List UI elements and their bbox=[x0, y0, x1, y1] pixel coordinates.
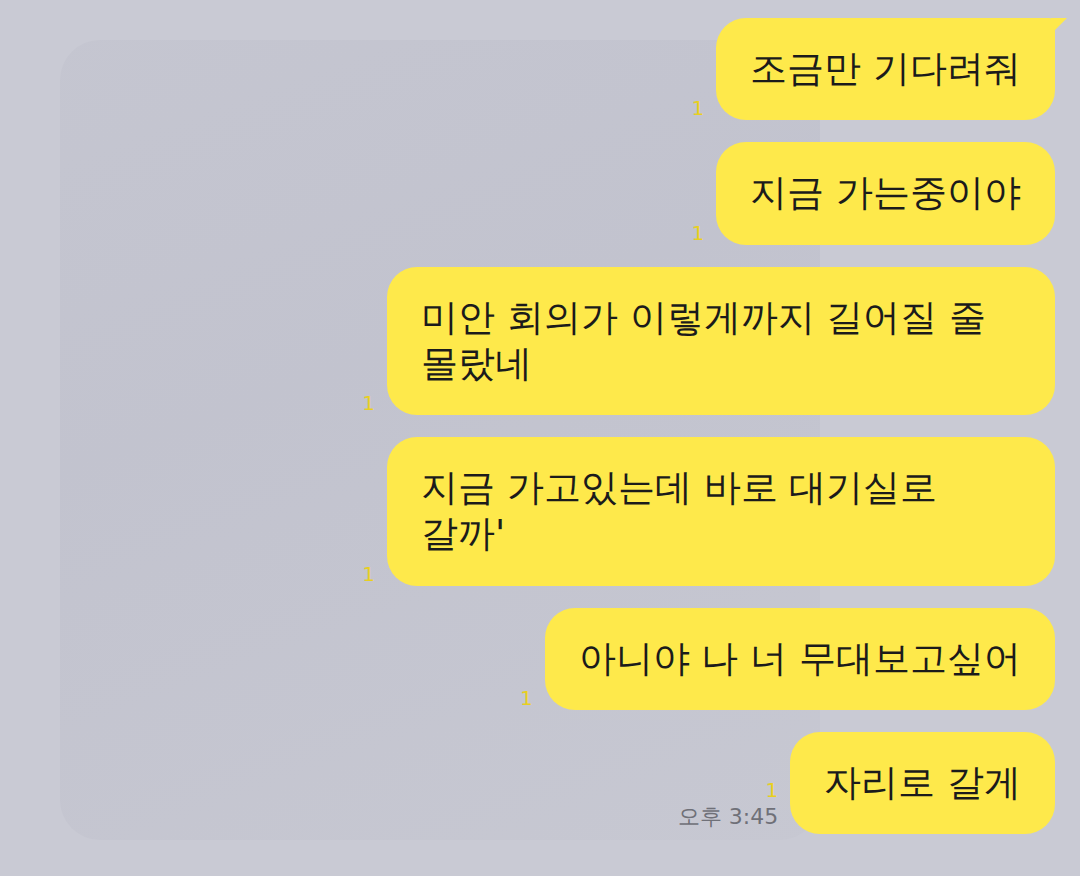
unread-count: 1 bbox=[766, 780, 779, 800]
message-row: 1 아니야 나 너 무대보고싶어 bbox=[20, 608, 1055, 710]
message-list: 1 조금만 기다려줘 1 지금 가는중이야 1 미안 회의가 이렇게까지 길어질 줄 몰랐… bbox=[0, 0, 1080, 874]
message-meta: 1 bbox=[520, 688, 533, 710]
message-time: 오후 3:45 bbox=[678, 802, 778, 832]
message-bubble[interactable]: 미안 회의가 이렇게까지 길어질 줄 몰랐네 bbox=[387, 267, 1055, 416]
unread-count: 1 bbox=[362, 564, 375, 584]
message-bubble[interactable]: 지금 가는중이야 bbox=[716, 142, 1055, 244]
message-meta: 1 bbox=[692, 223, 705, 245]
message-row: 1오후 3:45자리로 갈게 bbox=[20, 732, 1055, 834]
message-meta: 1 bbox=[362, 564, 375, 586]
message-row: 1 지금 가고있는데 바로 대기실로 갈까' bbox=[20, 437, 1055, 586]
unread-count: 1 bbox=[692, 98, 705, 118]
unread-count: 1 bbox=[520, 688, 533, 708]
message-row: 1 지금 가는중이야 bbox=[20, 142, 1055, 244]
message-bubble[interactable]: 지금 가고있는데 바로 대기실로 갈까' bbox=[387, 437, 1055, 586]
unread-count: 1 bbox=[692, 223, 705, 243]
message-row: 1 조금만 기다려줘 bbox=[20, 18, 1055, 120]
message-bubble[interactable]: 아니야 나 너 무대보고싶어 bbox=[545, 608, 1055, 710]
unread-count: 1 bbox=[362, 393, 375, 413]
message-bubble[interactable]: 조금만 기다려줘 bbox=[716, 18, 1055, 120]
message-meta: 1 bbox=[362, 393, 375, 415]
message-meta: 1 bbox=[692, 98, 705, 120]
message-meta: 1오후 3:45 bbox=[678, 780, 778, 834]
message-row: 1 미안 회의가 이렇게까지 길어질 줄 몰랐네 bbox=[20, 267, 1055, 416]
chat-screen: 1 조금만 기다려줘 1 지금 가는중이야 1 미안 회의가 이렇게까지 길어질 줄 몰랐… bbox=[0, 0, 1080, 876]
message-bubble[interactable]: 자리로 갈게 bbox=[790, 732, 1055, 834]
